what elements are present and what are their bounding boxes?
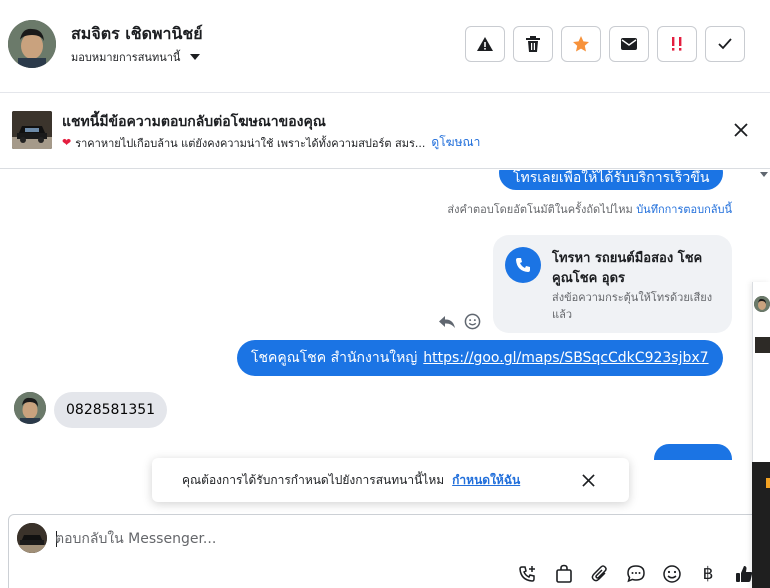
save-reply-link[interactable]: บันทึกการตอบกลับนี้ (636, 203, 732, 216)
side-panel-thumbnail (755, 337, 770, 353)
assign-label: มอบหมายการสนทนานี้ (71, 51, 181, 64)
follow-up-button[interactable] (657, 26, 697, 62)
star-button[interactable] (561, 26, 601, 62)
emoji-icon[interactable] (661, 563, 683, 585)
reply-icon[interactable] (438, 315, 456, 329)
assign-prompt-text: คุณต้องการได้รับการกำหนดไปยังการสนทนานี้… (182, 472, 445, 487)
assign-to-me-link[interactable]: กำหนดให้ฉัน (452, 471, 520, 490)
ad-reply-banner: แชทนี้มีข้อความตอบกลับต่อโฆษณาของคุณ ❤ ร… (0, 92, 770, 169)
phone-icon (505, 247, 541, 283)
message-hover-actions (438, 313, 481, 330)
assign-prompt-toast: คุณต้องการได้รับการกำหนดไปยังการสนทนานี้… (152, 458, 629, 502)
banner-description-row: ❤ ราคาหายไปเกือบล้าน แต่ยังคงความน่าใช้ … (62, 133, 480, 152)
currency-symbol: ฿ (702, 564, 714, 584)
mark-unread-button[interactable] (609, 26, 649, 62)
react-emoji-icon[interactable] (464, 313, 481, 330)
scroll-up-arrow-icon[interactable] (760, 172, 768, 177)
trash-icon (526, 36, 540, 52)
message-text: โทรเลยเพื่อให้ได้รับบริการเร็วขึ้น (513, 170, 710, 186)
side-panel-accent (766, 478, 770, 488)
view-ad-link[interactable]: ดูโฆษณา (431, 133, 480, 152)
close-icon (734, 123, 748, 137)
caret-down-icon (190, 54, 201, 60)
side-panel-avatar (754, 296, 770, 312)
reply-input[interactable] (55, 527, 655, 551)
call-plus-icon[interactable] (517, 563, 539, 585)
outgoing-link-message: โชคคูณโชค สำนักงานใหญ่ https://goo.gl/ma… (237, 340, 723, 376)
call-request-card: โทรหา รถยนต์มือสอง โชคคูณโชค อุดร ส่งข้อ… (493, 235, 732, 333)
close-toast-button[interactable] (578, 470, 598, 490)
reply-composer: ฿ (8, 514, 758, 588)
call-card-title: โทรหา รถยนต์มือสอง โชคคูณโชค อุดร (552, 251, 703, 286)
conversation-header: สมจิตร เชิดพานิชย์ มอบหมายการสนทนานี้ (0, 0, 770, 92)
mail-icon (621, 38, 637, 50)
banner-description: ราคาหายไปเกือบล้าน แต่ยังคงความน่าใช้ เพ… (75, 136, 426, 150)
composer-toolbar: ฿ (517, 563, 755, 585)
star-icon (573, 36, 589, 52)
contact-name: สมจิตร เชิดพานิชย์ (71, 24, 203, 43)
call-card-subtitle: ส่งข้อความกระตุ้นให้โทรด้วยเสียงแล้ว (552, 291, 713, 321)
contact-avatar-small[interactable] (14, 392, 46, 424)
message-text: 0828581351 (66, 402, 156, 418)
assign-conversation-dropdown[interactable]: มอบหมายการสนทนานี้ (71, 48, 201, 66)
header-actions (465, 26, 745, 62)
heart-icon: ❤ (62, 136, 72, 149)
bag-icon[interactable] (553, 563, 575, 585)
maps-link[interactable]: https://goo.gl/maps/SBSqcCdkC923sjbx7 (423, 350, 708, 366)
baht-icon[interactable]: ฿ (697, 563, 719, 585)
auto-reply-suggestion: ส่งคำตอบโดยอัตโนมัติในครั้งถัดไปไหม บันท… (447, 200, 732, 218)
incoming-message-bubble: 0828581351 (54, 392, 168, 428)
banner-title: แชทนี้มีข้อความตอบกลับต่อโฆษณาของคุณ (62, 114, 326, 130)
outgoing-message-bubble: โทรเลยเพื่อให้ได้รับบริการเร็วขึ้น (499, 170, 724, 190)
delete-button[interactable] (513, 26, 553, 62)
outgoing-message-bubble-partial (654, 444, 732, 460)
priority-icon (672, 37, 682, 51)
mark-done-button[interactable] (705, 26, 745, 62)
chat-bubble-icon[interactable] (625, 563, 647, 585)
report-spam-button[interactable] (465, 26, 505, 62)
message-thread[interactable]: โทรเลยเพื่อให้ได้รับบริการเร็วขึ้น ส่งคำ… (0, 170, 752, 460)
message-text: โชคคูณโชค สำนักงานใหญ่ (251, 350, 418, 366)
contact-avatar[interactable] (8, 20, 56, 68)
close-banner-button[interactable] (731, 120, 751, 140)
page-avatar (17, 523, 47, 553)
close-icon (581, 473, 595, 487)
auto-reply-text: ส่งคำตอบโดยอัตโนมัติในครั้งถัดไปไหม (447, 203, 633, 216)
messenger-inbox-page: สมจิตร เชิดพานิชย์ มอบหมายการสนทนานี้ แช… (0, 0, 770, 588)
check-icon (718, 38, 732, 50)
warning-icon (477, 37, 493, 51)
ad-thumbnail[interactable] (12, 111, 52, 149)
attachment-icon[interactable] (589, 563, 611, 585)
